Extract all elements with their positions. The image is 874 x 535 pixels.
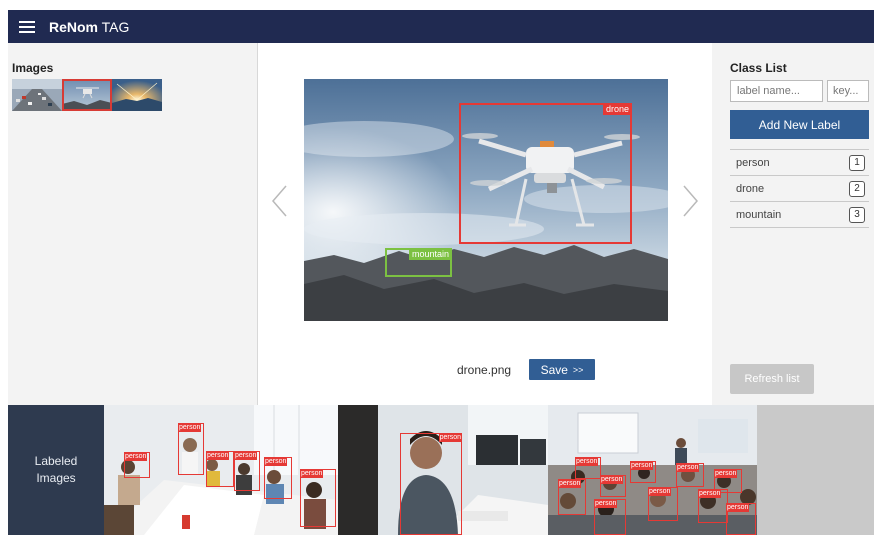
- next-image-button[interactable]: [679, 183, 701, 219]
- annotation-person-tag: person: [594, 499, 618, 508]
- annotation-person-tag: person: [124, 452, 148, 461]
- annotation-mountain[interactable]: mountain: [385, 248, 452, 277]
- chevron-left-icon: [272, 185, 287, 217]
- images-panel: Images: [8, 43, 258, 405]
- annotation-drone-tag: drone: [602, 103, 632, 115]
- annotation-person-tag: person: [698, 489, 722, 498]
- label-name-input[interactable]: [730, 80, 823, 102]
- annotation-person[interactable]: person: [124, 452, 150, 478]
- top-bar: ReNom TAG: [8, 10, 874, 43]
- class-item-drone[interactable]: drone 2: [730, 176, 869, 202]
- annotation-person[interactable]: person: [594, 499, 626, 535]
- labeled-image-seminar[interactable]: person person person person person perso…: [548, 405, 757, 535]
- class-item-mountain[interactable]: mountain 3: [730, 202, 869, 228]
- annotation-person[interactable]: person: [726, 503, 756, 535]
- save-button-label: Save: [540, 362, 568, 377]
- annotation-person-tag: person: [178, 423, 202, 432]
- class-key-badge: 2: [849, 180, 865, 197]
- images-title: Images: [12, 61, 54, 75]
- double-chevron-right-icon: >>: [572, 364, 584, 375]
- save-button[interactable]: Save >>: [529, 359, 595, 380]
- class-key-badge: 1: [849, 154, 865, 171]
- labeled-images-empty-slot: [757, 405, 874, 535]
- annotation-person-tag: person: [575, 457, 599, 466]
- labeled-images-title: Labeled Images: [8, 405, 104, 535]
- annotation-person[interactable]: person: [698, 489, 728, 523]
- brand-name-bold: ReNom: [49, 18, 99, 35]
- class-list-title: Class List: [730, 61, 787, 75]
- annotation-person[interactable]: person: [400, 433, 462, 535]
- annotation-person-tag: person: [264, 457, 288, 466]
- image-viewer: drone mountain drone.png Save >>: [259, 43, 712, 405]
- class-key-badge: 3: [849, 206, 865, 223]
- annotation-person-tag: person: [438, 433, 462, 442]
- annotation-mountain-tag: mountain: [408, 248, 452, 260]
- brand-name-rest: TAG: [98, 18, 130, 35]
- current-filename: drone.png: [457, 363, 512, 377]
- annotation-person-tag: person: [676, 463, 700, 472]
- labeled-image-meeting[interactable]: person person person person person perso…: [104, 405, 338, 535]
- annotation-drone[interactable]: drone: [459, 103, 632, 244]
- annotation-person[interactable]: person: [558, 479, 586, 515]
- menu-icon[interactable]: [19, 20, 35, 33]
- annotation-person[interactable]: person: [676, 463, 704, 487]
- class-list: person 1 drone 2 mountain 3: [730, 149, 869, 228]
- annotation-person-tag: person: [558, 479, 582, 488]
- annotation-person[interactable]: person: [300, 469, 336, 527]
- annotation-person-tag: person: [206, 451, 230, 460]
- class-name: person: [736, 156, 770, 169]
- image-thumbnails: [12, 79, 162, 111]
- chevron-right-icon: [683, 185, 698, 217]
- thumbnail-traffic[interactable]: [12, 79, 62, 111]
- thumbnail-sunrise[interactable]: [112, 79, 162, 111]
- labeled-title-line1: Labeled: [34, 454, 78, 468]
- labeled-image-office[interactable]: person: [338, 405, 548, 535]
- app-root: ReNom TAG Images drone mountain drone.pn…: [8, 10, 874, 535]
- class-name: drone: [736, 182, 765, 195]
- annotation-person[interactable]: person: [264, 457, 292, 499]
- thumbnail-drone[interactable]: [62, 79, 112, 111]
- add-new-label-button[interactable]: Add New Label: [730, 110, 869, 139]
- refresh-list-button[interactable]: Refresh list: [730, 364, 814, 394]
- previous-image-button[interactable]: [269, 183, 291, 219]
- annotation-person-tag: person: [648, 487, 672, 496]
- annotation-person[interactable]: person: [178, 423, 204, 475]
- annotation-person-tag: person: [714, 469, 738, 478]
- annotation-person-tag: person: [726, 503, 750, 512]
- annotation-person[interactable]: person: [600, 475, 626, 497]
- class-list-panel: Class List Add New Label person 1 drone …: [712, 43, 874, 405]
- label-key-input[interactable]: [827, 80, 869, 102]
- labeled-images-strip: Labeled Images person person person pers…: [8, 405, 874, 535]
- annotation-person[interactable]: person: [630, 461, 656, 483]
- labeled-title-line2: Images: [36, 471, 76, 485]
- class-item-person[interactable]: person 1: [730, 150, 869, 176]
- annotation-person[interactable]: person: [234, 451, 260, 491]
- annotation-person-tag: person: [630, 461, 654, 470]
- annotation-person-tag: person: [234, 451, 258, 460]
- annotation-person[interactable]: person: [206, 451, 234, 487]
- annotation-person-tag: person: [600, 475, 624, 484]
- annotation-person[interactable]: person: [575, 457, 601, 479]
- annotation-person[interactable]: person: [648, 487, 678, 521]
- main-image[interactable]: drone mountain: [304, 79, 668, 321]
- annotation-person-tag: person: [300, 469, 324, 478]
- app-brand: ReNom TAG: [49, 19, 129, 35]
- class-name: mountain: [736, 208, 782, 221]
